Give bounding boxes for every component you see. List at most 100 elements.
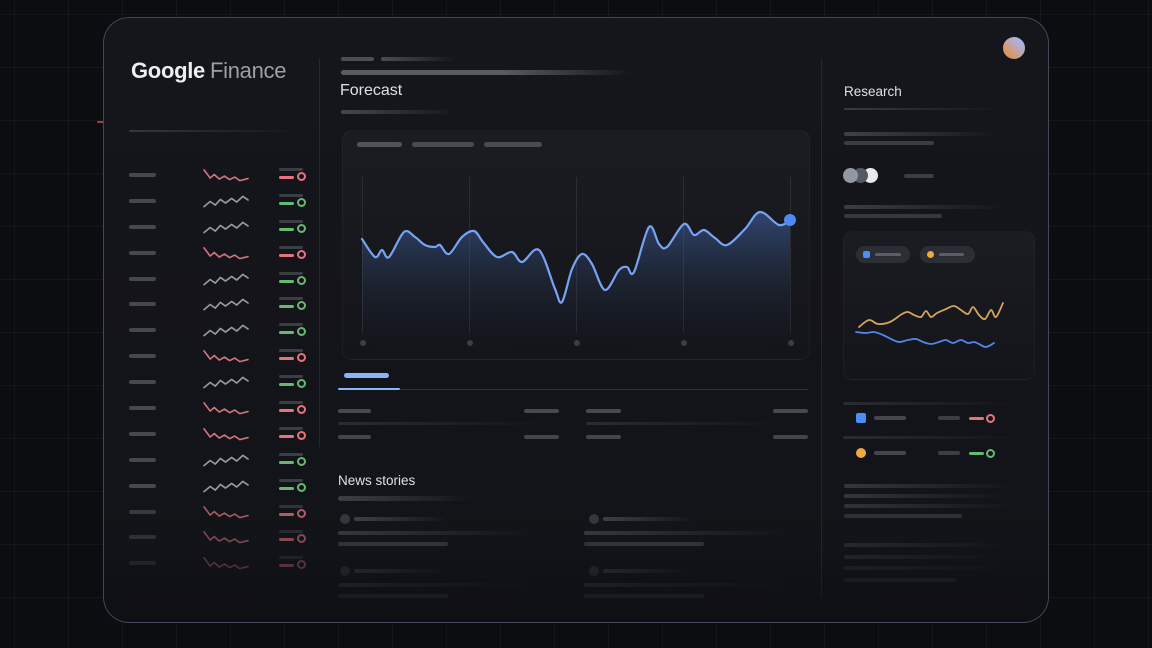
watchlist-row[interactable]: [104, 317, 320, 343]
change-bar: [279, 435, 294, 438]
change-indicator-dot: [297, 301, 306, 310]
watchlist: [104, 162, 320, 576]
news-source-skeleton: [603, 569, 695, 573]
watchlist-row[interactable]: [104, 240, 320, 266]
news-headline-skeleton: [584, 531, 784, 535]
news-item[interactable]: [338, 564, 550, 604]
change-bar: [279, 228, 294, 231]
sparkline: [203, 424, 249, 444]
news-source-icon: [589, 514, 599, 524]
label-skeleton: [874, 416, 906, 420]
change-bar: [279, 461, 294, 464]
range-tab-skeleton[interactable]: [412, 142, 474, 147]
news-item[interactable]: [584, 512, 796, 552]
breadcrumb-skeleton: [381, 57, 456, 61]
sparkline: [203, 243, 249, 263]
change-bar: [279, 280, 294, 283]
news-item[interactable]: [338, 512, 550, 552]
text-skeleton: [844, 205, 1006, 209]
news-headline-skeleton: [584, 542, 704, 546]
paragraph-skeleton: [844, 566, 1014, 570]
news-headline-skeleton: [338, 583, 530, 587]
price-skeleton: [279, 168, 303, 171]
change-bar: [279, 564, 294, 567]
text-skeleton: [904, 174, 934, 178]
change-indicator-dot: [297, 198, 306, 207]
news-item[interactable]: [584, 564, 796, 604]
paragraph-skeleton: [844, 555, 1002, 559]
divider-main-research: [821, 58, 822, 598]
watchlist-row[interactable]: [104, 550, 320, 576]
ticker-label-skeleton: [129, 561, 156, 565]
watchlist-row[interactable]: [104, 343, 320, 369]
watchlist-row[interactable]: [104, 447, 320, 473]
price-skeleton: [279, 246, 303, 249]
stat-label-skeleton: [586, 435, 621, 439]
news-source-skeleton: [354, 569, 449, 573]
change-indicator-dot: [297, 483, 306, 492]
change-bar: [279, 202, 294, 205]
ticker-label-skeleton: [129, 535, 156, 539]
subtitle-skeleton: [341, 110, 456, 114]
paragraph-skeleton: [844, 514, 962, 518]
forecast-area-fill: [362, 212, 790, 347]
price-skeleton: [279, 194, 303, 197]
series-blue: [856, 332, 994, 347]
sparkline: [203, 165, 249, 185]
sparkline: [203, 294, 249, 314]
active-tab-skeleton[interactable]: [344, 373, 389, 378]
watchlist-row[interactable]: [104, 421, 320, 447]
change-indicator-dot: [297, 172, 306, 181]
price-skeleton: [279, 375, 303, 378]
news-headline-skeleton: [584, 594, 704, 598]
sparkline: [203, 191, 249, 211]
stat-label-skeleton: [586, 409, 621, 413]
price-skeleton: [279, 349, 303, 352]
watchlist-row[interactable]: [104, 369, 320, 395]
change-bar: [279, 305, 294, 308]
sparkline: [203, 450, 249, 470]
research-divider: [844, 108, 1001, 110]
news-title: News stories: [338, 473, 415, 488]
asset-icon: [856, 413, 866, 423]
ticker-label-skeleton: [129, 277, 156, 281]
sparkline: [203, 502, 249, 522]
range-tab-skeleton[interactable]: [357, 142, 402, 147]
ticker-label-skeleton: [129, 458, 156, 462]
stat-label-skeleton: [338, 435, 371, 439]
change-indicator-dot: [297, 353, 306, 362]
text-skeleton: [844, 214, 942, 218]
change-bar: [279, 409, 294, 412]
range-tab-skeleton[interactable]: [484, 142, 542, 147]
change-bar: [279, 383, 294, 386]
change-bar: [279, 331, 294, 334]
change-bar: [969, 417, 984, 420]
user-avatar[interactable]: [1003, 37, 1025, 59]
app-window: GoogleFinance: [103, 17, 1049, 623]
paragraph-skeleton: [844, 494, 1010, 498]
research-list-row[interactable]: [843, 443, 1035, 463]
price-skeleton: [279, 272, 303, 275]
value-skeleton: [938, 416, 960, 420]
watchlist-row[interactable]: [104, 499, 320, 525]
watchlist-row[interactable]: [104, 395, 320, 421]
watchlist-row[interactable]: [104, 473, 320, 499]
news-filter-skeleton: [338, 496, 473, 501]
sparkline: [203, 372, 249, 392]
sparkline: [203, 476, 249, 496]
stat-value-skeleton: [524, 435, 559, 439]
stat-row-skeleton: [586, 422, 784, 425]
watchlist-row[interactable]: [104, 162, 320, 188]
change-indicator-dot: [297, 405, 306, 414]
forecast-card: [342, 130, 810, 360]
price-skeleton: [279, 427, 303, 430]
ticker-label-skeleton: [129, 380, 156, 384]
watchlist-row[interactable]: [104, 266, 320, 292]
change-indicator-dot: [297, 534, 306, 543]
watchlist-row[interactable]: [104, 291, 320, 317]
text-skeleton: [844, 141, 934, 145]
watchlist-row[interactable]: [104, 524, 320, 550]
research-list-row[interactable]: [843, 408, 1035, 428]
watchlist-row[interactable]: [104, 188, 320, 214]
watchlist-row[interactable]: [104, 214, 320, 240]
